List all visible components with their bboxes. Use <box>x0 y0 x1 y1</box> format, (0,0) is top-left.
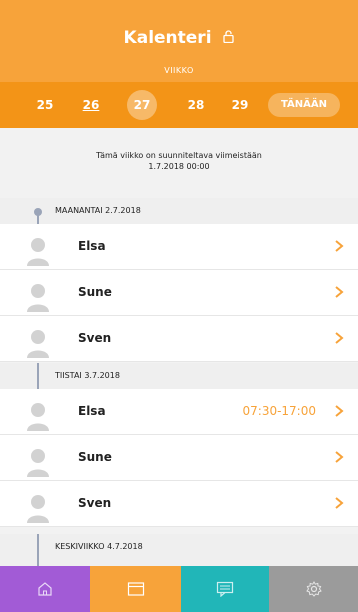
person-row-elsa-tue[interactable]: Elsa 07:30-17:00 <box>0 389 358 435</box>
chevron-right-icon <box>335 451 344 463</box>
week-28[interactable]: 28 <box>181 93 211 117</box>
timeline-dot <box>34 208 42 216</box>
notice-line1: Tämä viikko on suunniteltava viimeistään <box>96 151 262 160</box>
week-selector: 25 26 27 28 29 TÄNÄÄN <box>0 82 358 128</box>
bottom-tab-bar <box>0 566 358 612</box>
day-header-monday: MAANANTAI 2.7.2018 <box>0 198 358 224</box>
gear-icon <box>305 581 322 597</box>
day-label: KESKIVIIKKO 4.7.2018 <box>55 542 143 551</box>
person-row-sven-tue[interactable]: Sven <box>0 481 358 527</box>
tab-calendar[interactable] <box>90 566 181 612</box>
timeline-line <box>37 534 39 566</box>
avatar-icon <box>27 449 49 477</box>
header-subtitle: VIIKKO <box>164 66 194 75</box>
chevron-right-icon <box>335 286 344 298</box>
avatar-icon <box>27 330 49 358</box>
app-header: Kalenteri VIIKKO <box>0 0 358 82</box>
home-icon <box>38 582 52 596</box>
planning-notice: Tämä viikko on suunniteltava viimeistään… <box>0 150 358 172</box>
person-row-elsa-mon[interactable]: Elsa <box>0 224 358 270</box>
person-name: Elsa <box>78 239 106 253</box>
chevron-right-icon <box>335 332 344 344</box>
day-label: TIISTAI 3.7.2018 <box>55 371 120 380</box>
avatar-icon <box>27 238 49 266</box>
page-title: Kalenteri <box>0 28 358 48</box>
message-icon <box>216 581 234 597</box>
chevron-right-icon <box>335 497 344 509</box>
chevron-right-icon <box>335 405 344 417</box>
page-title-text: Kalenteri <box>123 28 212 48</box>
day-header-tuesday: TIISTAI 3.7.2018 <box>0 363 358 389</box>
notice-line2: 1.7.2018 00:00 <box>148 162 210 171</box>
shift-time: 07:30-17:00 <box>242 404 317 418</box>
tab-settings[interactable] <box>269 566 358 612</box>
person-name: Elsa <box>78 404 106 418</box>
avatar-icon <box>27 403 49 431</box>
tab-home[interactable] <box>0 566 90 612</box>
week-25[interactable]: 25 <box>30 93 60 117</box>
week-29[interactable]: 29 <box>225 93 255 117</box>
tab-messages[interactable] <box>181 566 269 612</box>
avatar-icon <box>27 495 49 523</box>
timeline-line <box>37 363 39 389</box>
calendar-icon <box>127 582 144 596</box>
person-name: Sven <box>78 496 112 510</box>
person-name: Sven <box>78 331 112 345</box>
day-label: MAANANTAI 2.7.2018 <box>55 206 141 215</box>
lock-icon[interactable] <box>223 28 235 48</box>
person-row-sven-mon[interactable]: Sven <box>0 316 358 362</box>
person-name: Sune <box>78 285 112 299</box>
person-row-sune-mon[interactable]: Sune <box>0 270 358 316</box>
week-27-selected[interactable]: 27 <box>127 90 157 120</box>
person-row-sune-tue[interactable]: Sune <box>0 435 358 481</box>
person-name: Sune <box>78 450 112 464</box>
week-26[interactable]: 26 <box>76 93 106 117</box>
avatar-icon <box>27 284 49 312</box>
day-header-wednesday: KESKIVIIKKO 4.7.2018 <box>0 534 358 566</box>
chevron-right-icon <box>335 240 344 252</box>
today-button[interactable]: TÄNÄÄN <box>268 93 340 117</box>
